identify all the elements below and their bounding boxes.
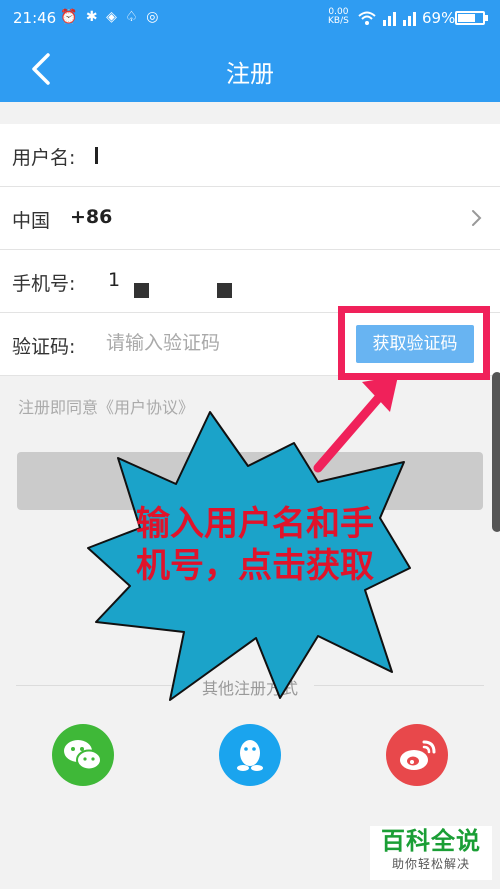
weibo-button[interactable] [386,724,448,786]
scroll-indicator[interactable] [492,372,500,532]
arrow-head [362,376,398,412]
watermark-main: 百科全说 [381,827,481,855]
watermark-sub: 助你轻松解决 [391,857,470,871]
status-time: 21:46 [13,9,57,27]
battery-fill [458,14,475,22]
battery-tip [485,15,488,21]
qq-button[interactable] [219,724,281,786]
wechat-icon [64,740,102,771]
title-bar: 注册 [0,36,500,102]
weibo-icon [400,740,436,770]
chevron-right-icon [472,210,482,226]
redaction-mark [217,283,232,298]
net-speed: 0.00 KB/S [328,7,349,26]
country-name: 中国 [12,210,51,232]
username-row[interactable]: 用户名: [0,124,500,187]
code-input[interactable] [106,332,326,354]
country-row[interactable]: 中国 +86 [0,187,500,250]
other-register-label: 其他注册方式 [201,679,298,698]
code-label: 验证码: [12,336,76,358]
status-bar: 21:46 ⏰ ✱ ◈ ♤ ◎ 0.00 KB/S 69% [0,0,500,36]
annotation-text: 输入用户名和手 机号，点击获取 [136,504,374,586]
battery-percent: 69% [422,9,456,27]
wechat-button[interactable] [52,724,114,786]
agreement-link[interactable]: 注册即同意《用户协议》 [18,394,194,418]
phone-value: 1 [108,269,121,291]
redaction-mark [134,283,149,298]
phone-row[interactable]: 手机号: 1 [0,250,500,313]
page-title: 注册 [226,60,274,88]
text-cursor [95,147,98,164]
username-label: 用户名: [12,147,76,169]
qq-icon [237,740,263,771]
annotation-highlight-box [338,306,490,380]
country-code: +86 [70,206,113,228]
watermark-logo: 百科全说 助你轻松解决 [370,826,492,880]
battery-icon [455,11,485,25]
signal-icon [358,11,416,26]
status-icons: ⏰ ✱ ◈ ♤ ◎ [60,9,161,25]
wifi-signal-icon [357,8,419,32]
phone-label: 手机号: [12,273,76,295]
register-button[interactable] [17,452,483,510]
